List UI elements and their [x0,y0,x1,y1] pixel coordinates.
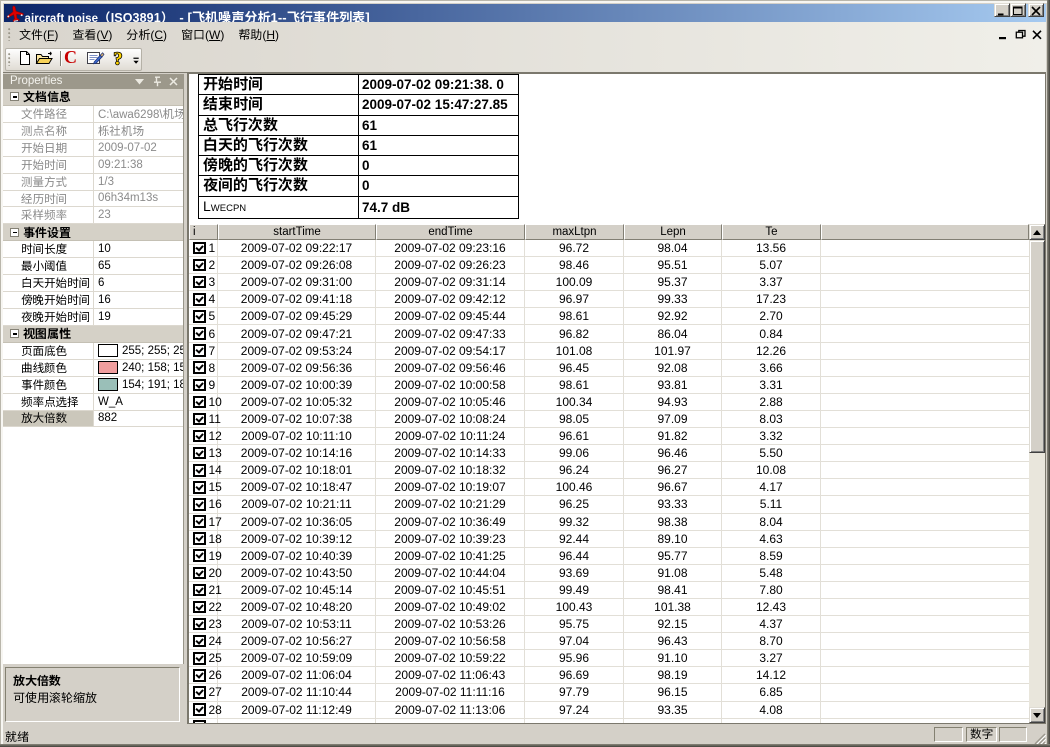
svg-text:?: ? [114,50,123,66]
